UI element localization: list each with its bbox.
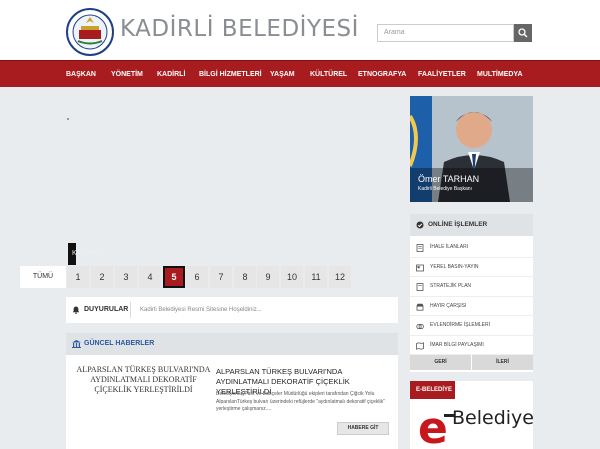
online-item-label: YEREL BASIN-YAYIN: [430, 263, 479, 270]
online-item-label: İHALE İLANLARI: [430, 244, 469, 250]
online-item-label: HAYIR ÇARŞISI: [430, 302, 467, 309]
nav-item-kadirli[interactable]: KADİRLİ: [157, 61, 185, 88]
pager-page-8[interactable]: 8: [234, 266, 256, 288]
pager-page-9[interactable]: 9: [257, 266, 279, 288]
pager-page-4[interactable]: 4: [139, 266, 161, 288]
search-button[interactable]: [514, 24, 532, 42]
online-services-header: ONLİNE İŞLEMLER: [410, 214, 533, 236]
online-item-label: STRATEJİK PLAN: [430, 283, 472, 289]
mayor-card[interactable]: Ömer TARHAN Kadirli Belediye Başkanı: [410, 96, 533, 202]
nav-item-multimedya[interactable]: MULTİMEDYA: [477, 61, 523, 88]
nav-item-kulturel[interactable]: KÜLTÜREL: [310, 61, 347, 88]
nav-item-yasam[interactable]: YAŞAM: [270, 61, 295, 88]
site-header: KADİRLİ BELEDİYESİ Arama: [0, 0, 600, 60]
document-icon: [416, 244, 424, 252]
main-nav: BAŞKAN YÖNETİM KADİRLİ BİLGİ HİZMETLERİ …: [0, 60, 600, 87]
pager-page-2[interactable]: 2: [91, 266, 113, 288]
online-item-imar[interactable]: İMAR BİLGİ PAYLAŞIMI: [410, 336, 533, 355]
pager-page-11[interactable]: 11: [305, 266, 327, 288]
news-header: GÜNCEL HABERLER: [66, 333, 398, 355]
nav-item-bilgi-hizmetleri[interactable]: BİLGİ HİZMETLERİ: [199, 61, 262, 88]
ebelediye-dash: [444, 414, 454, 417]
news-panel: GÜNCEL HABERLER ALPARSLAN TÜRKEŞ BULVARI…: [66, 333, 398, 449]
online-item-label: İMAR BİLGİ PAYLAŞIMI: [430, 341, 484, 348]
mayor-role: Kadirli Belediye Başkanı: [418, 186, 472, 192]
online-item-stratejik[interactable]: STRATEJİK PLAN: [410, 277, 533, 297]
announcements-bar: DUYURULAR Kadirli Belediyesi Resmi Sites…: [66, 297, 398, 323]
pager-page-1[interactable]: 1: [67, 266, 89, 288]
pager-page-10[interactable]: 10: [281, 266, 303, 288]
news-image-alt-text[interactable]: ALPARSLAN TÜRKEŞ BULVARI'NDA AYDINLATMAL…: [76, 365, 211, 395]
nav-item-baskan[interactable]: BAŞKAN: [66, 61, 96, 88]
online-item-label: EVLENDİRME İŞLEMLERİ: [430, 322, 491, 328]
online-prev-button[interactable]: GERİ: [410, 355, 471, 370]
news-section-label: GÜNCEL HABERLER: [84, 340, 155, 347]
municipality-logo-icon[interactable]: [66, 8, 114, 56]
pager-page-12[interactable]: 12: [329, 266, 351, 288]
bell-icon: [72, 306, 80, 314]
mayor-name: Ömer TARHAN: [418, 174, 480, 184]
pager-page-5[interactable]: 5: [163, 266, 185, 288]
online-item-ihale[interactable]: İHALE İLANLARI: [410, 238, 533, 258]
slider-area[interactable]: [66, 96, 398, 266]
read-news-button[interactable]: HABERE GİT: [337, 422, 389, 435]
site-title[interactable]: KADİRLİ BELEDİYESİ: [120, 16, 359, 42]
check-circle-icon: [416, 221, 424, 229]
nav-item-yonetim[interactable]: YÖNETİM: [111, 61, 143, 88]
online-item-evlendirme[interactable]: EVLENDİRME İŞLEMLERİ: [410, 316, 533, 336]
newspaper-icon: [416, 264, 424, 271]
ebelediye-label: E-BELEDİYE: [416, 387, 453, 393]
ebelediye-logo-text: Belediye: [452, 407, 534, 429]
pager-all-button[interactable]: TÜMÜ: [20, 266, 66, 288]
ebelediye-panel[interactable]: E-BELEDİYE e Belediye: [410, 381, 534, 449]
search-input[interactable]: Arama: [377, 24, 514, 42]
svg-text:e: e: [418, 403, 448, 449]
online-services-label: ONLİNE İŞLEMLER: [428, 221, 488, 228]
search-icon: [518, 28, 528, 38]
e-belediye-logo-icon: e: [418, 403, 448, 449]
online-item-basin[interactable]: YEREL BASIN-YAYIN: [410, 258, 533, 277]
announcements-ticker[interactable]: Kadirli Belediyesi Resmi Sitesine Hoşeld…: [140, 297, 262, 323]
slider-dot: [67, 118, 69, 120]
announcements-label: DUYURULAR: [84, 306, 129, 313]
news-description: Belediyemiz Park ve Bahçeler Müdürlüğü e…: [216, 391, 385, 412]
pager-page-6[interactable]: 6: [186, 266, 208, 288]
pager-page-3[interactable]: 3: [115, 266, 137, 288]
building-icon: [72, 340, 81, 348]
online-item-hayir[interactable]: HAYIR ÇARŞISI: [410, 297, 533, 316]
document-icon: [416, 283, 424, 291]
slider-caption-text: KADİRLİ: [72, 250, 100, 257]
online-next-button[interactable]: İLERİ: [472, 355, 533, 370]
rings-icon: [416, 323, 424, 330]
online-services-panel: ONLİNE İŞLEMLER İHALE İLANLARI YEREL BAS…: [410, 214, 533, 372]
shop-icon: [416, 303, 424, 311]
ebelediye-header: E-BELEDİYE: [410, 381, 455, 399]
announcements-divider: [130, 302, 131, 318]
nav-item-etnografya[interactable]: ETNOGRAFYA: [358, 61, 406, 88]
nav-item-faaliyetler[interactable]: FAALİYETLER: [418, 61, 466, 88]
map-icon: [416, 341, 424, 350]
pager-page-7[interactable]: 7: [210, 266, 232, 288]
